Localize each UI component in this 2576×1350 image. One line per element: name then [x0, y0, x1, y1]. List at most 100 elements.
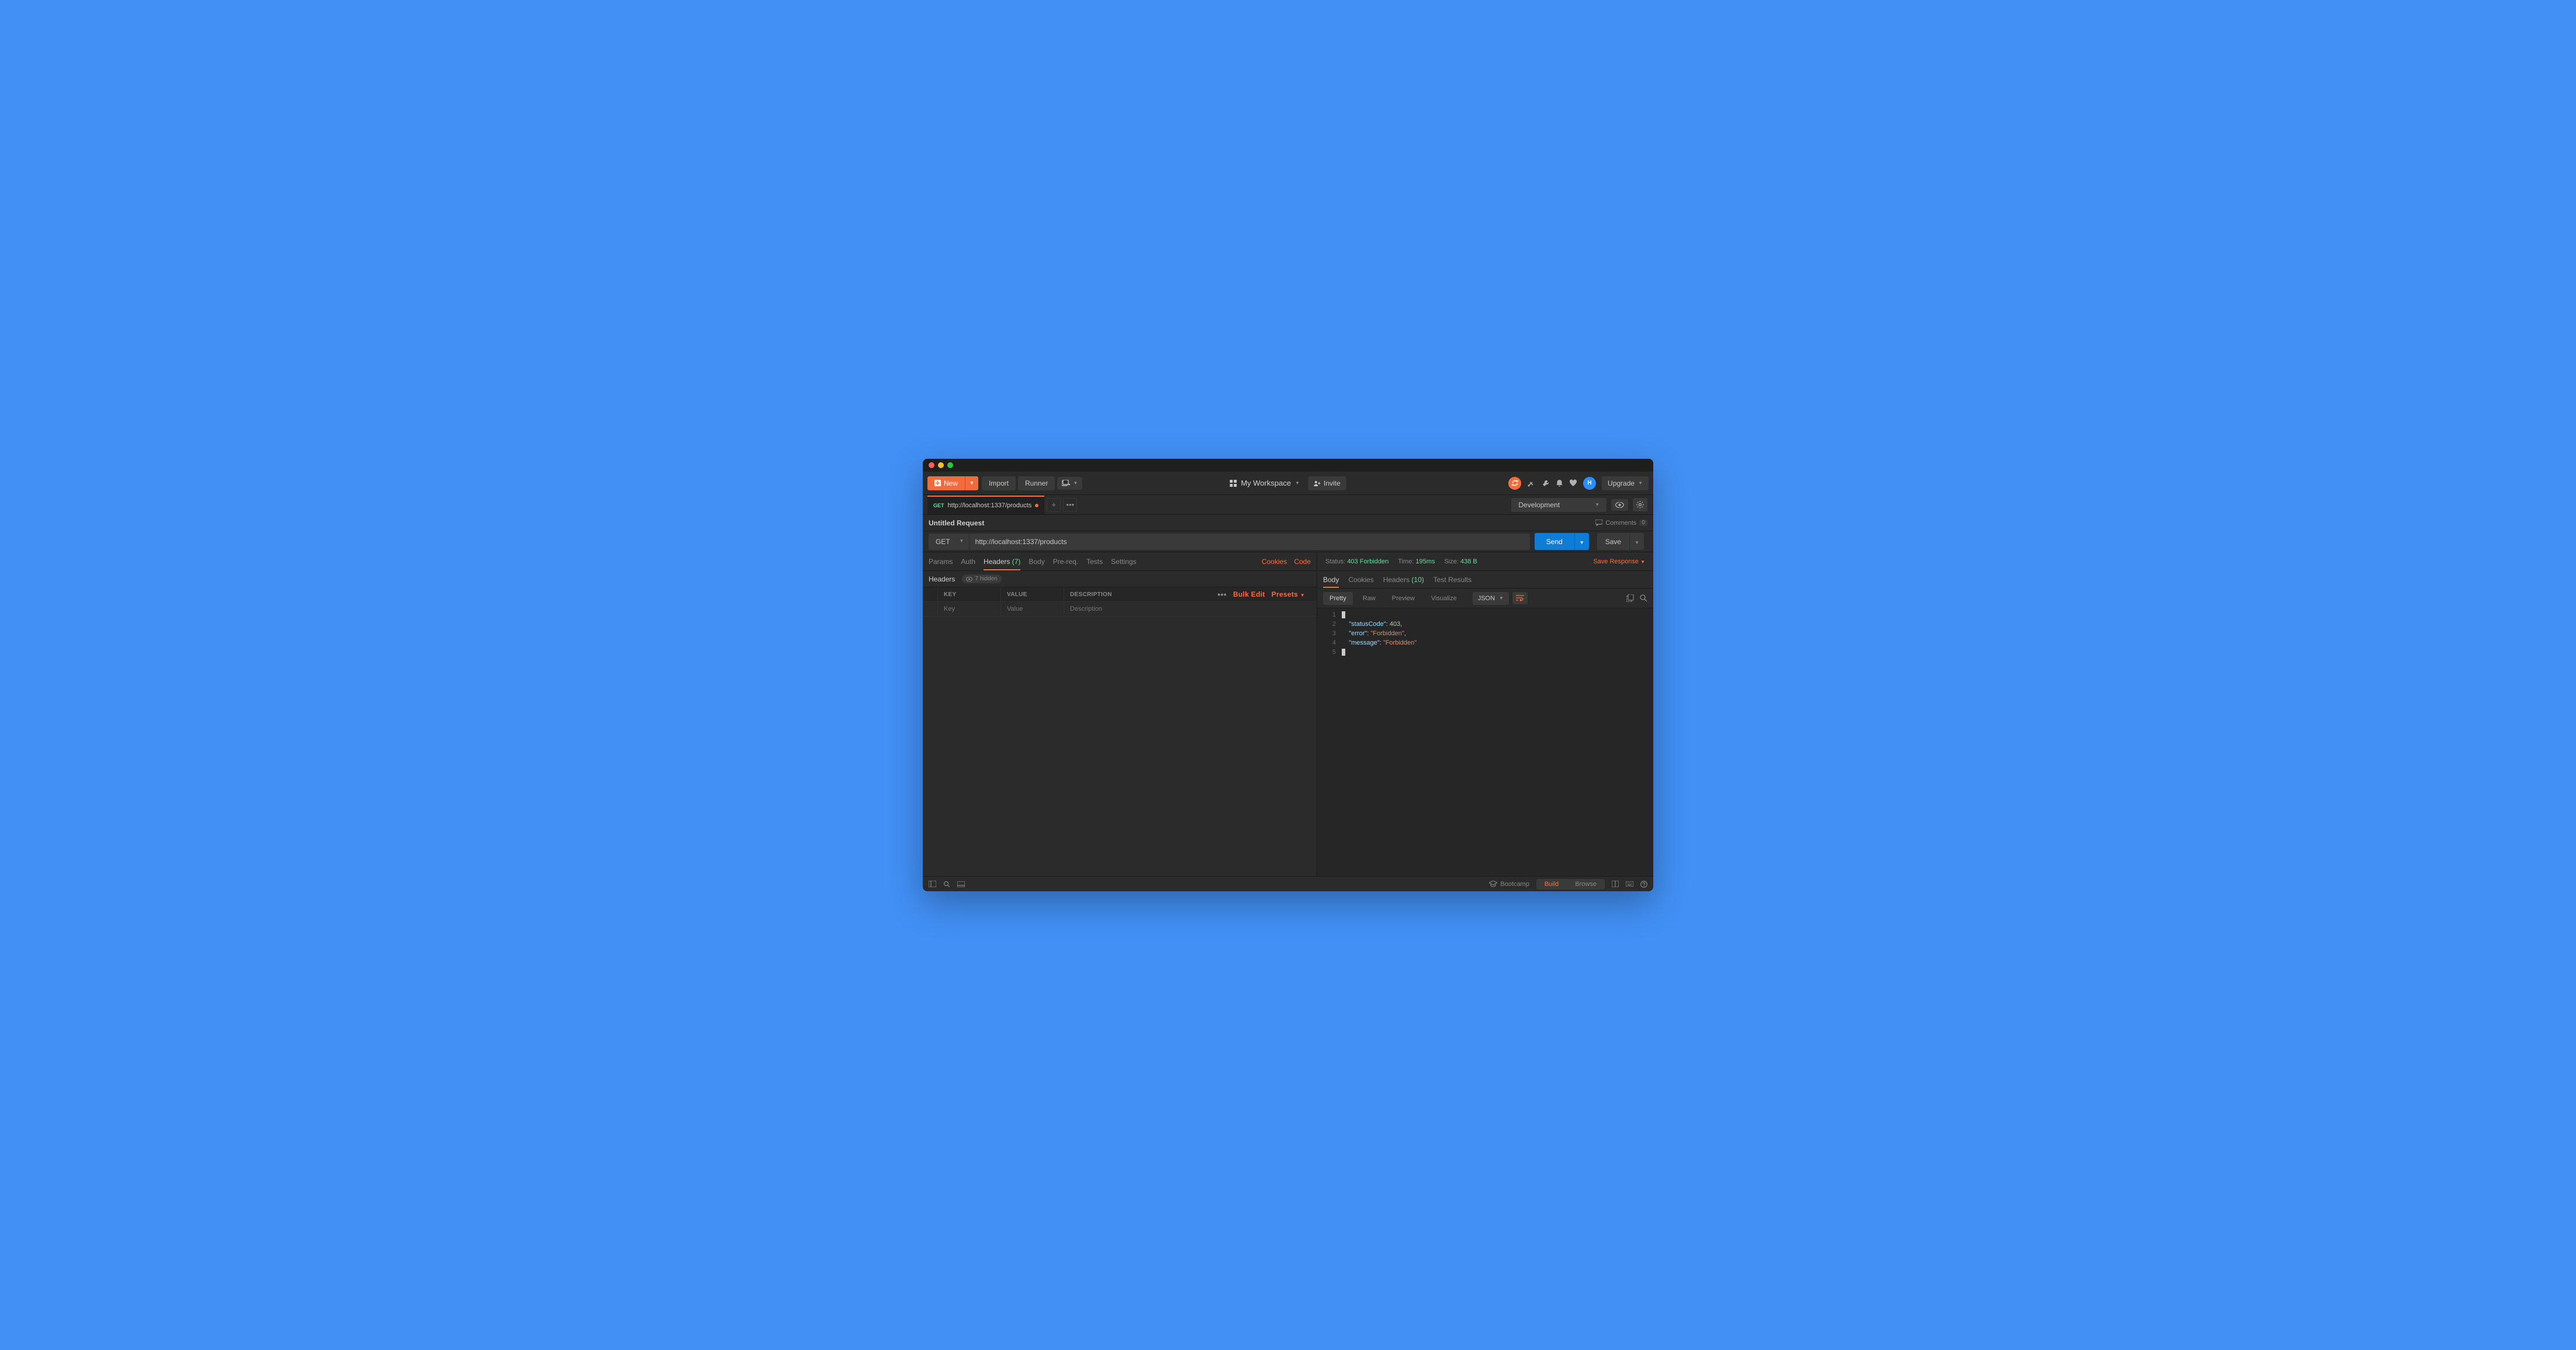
app-window: New ▼ Import Runner ▼ My Workspace ▼ Inv…	[923, 459, 1653, 891]
col-value: VALUE	[1001, 587, 1064, 601]
request-tab[interactable]: GET http://localhost:1337/products	[927, 496, 1044, 514]
new-window-button[interactable]: ▼	[1057, 477, 1082, 490]
help-icon[interactable]	[1640, 881, 1647, 888]
tab-tests[interactable]: Tests	[1086, 553, 1103, 570]
user-avatar[interactable]: H	[1583, 477, 1596, 490]
cookies-link[interactable]: Cookies	[1262, 558, 1287, 566]
tab-prereq[interactable]: Pre-req.	[1053, 553, 1078, 570]
env-preview-icon[interactable]	[1611, 499, 1628, 511]
find-icon[interactable]	[943, 881, 950, 888]
presets-dropdown[interactable]: Presets ▼	[1272, 590, 1305, 598]
headers-count: (7)	[1012, 558, 1021, 566]
method-selector[interactable]: GET	[929, 534, 969, 550]
response-toolbar: Pretty Raw Preview Visualize JSON▼	[1317, 589, 1653, 608]
headers-table-header: KEY VALUE DESCRIPTION ••• Bulk Edit Pres…	[923, 587, 1317, 602]
headers-subheader: Headers 7 hidden	[923, 571, 1317, 587]
resp-tab-headers[interactable]: Headers (10)	[1383, 572, 1424, 588]
import-button[interactable]: Import	[982, 476, 1016, 490]
env-settings-icon[interactable]	[1633, 498, 1647, 511]
save-response-button[interactable]: Save Response ▼	[1593, 558, 1645, 565]
close-window-button[interactable]	[929, 462, 934, 468]
resp-tab-test-results[interactable]: Test Results	[1434, 572, 1471, 588]
new-dropdown-button[interactable]: ▼	[965, 476, 978, 490]
heart-icon[interactable]	[1569, 479, 1577, 487]
response-pane: Status: 403 Forbidden Time: 195ms Size: …	[1317, 552, 1653, 876]
build-browse-toggle: Build Browse	[1536, 879, 1605, 889]
request-pane: Params Auth Headers (7) Body Pre-req. Te…	[923, 552, 1317, 876]
wrap-lines-button[interactable]	[1512, 592, 1528, 604]
save-dropdown-button[interactable]: ▼	[1629, 533, 1644, 550]
tab-auth[interactable]: Auth	[961, 553, 975, 570]
titlebar	[923, 459, 1653, 472]
build-toggle[interactable]: Build	[1536, 879, 1567, 889]
resp-tab-body[interactable]: Body	[1323, 572, 1339, 588]
code-link[interactable]: Code	[1294, 558, 1311, 566]
tab-url-label: http://localhost:1337/products	[948, 502, 1032, 509]
eye-icon	[1615, 502, 1624, 508]
format-selector[interactable]: JSON▼	[1473, 592, 1509, 605]
response-meta: Status: 403 Forbidden Time: 195ms Size: …	[1317, 552, 1653, 571]
sync-icon[interactable]	[1508, 477, 1521, 490]
tab-body[interactable]: Body	[1029, 553, 1044, 570]
copy-icon[interactable]	[1626, 594, 1634, 602]
tab-options-button[interactable]: •••	[1063, 498, 1077, 512]
header-value-input[interactable]	[1007, 605, 1058, 612]
tab-method-label: GET	[933, 503, 944, 508]
request-section-tabs: Params Auth Headers (7) Body Pre-req. Te…	[923, 552, 1317, 571]
sidebar-toggle-icon[interactable]	[929, 881, 936, 887]
headers-input-row	[923, 602, 1317, 617]
comments-button[interactable]: Comments 0	[1595, 520, 1647, 527]
view-preview[interactable]: Preview	[1386, 592, 1421, 605]
request-tabbar: GET http://localhost:1337/products + •••…	[923, 495, 1653, 515]
view-visualize[interactable]: Visualize	[1425, 592, 1463, 605]
hidden-headers-toggle[interactable]: 7 hidden	[962, 574, 1001, 583]
bootcamp-link[interactable]: Bootcamp	[1489, 881, 1529, 888]
comment-icon	[1595, 520, 1602, 526]
status-value: 403 Forbidden	[1347, 558, 1389, 565]
send-button[interactable]: Send	[1535, 533, 1574, 550]
new-tab-button[interactable]: +	[1047, 498, 1061, 512]
save-button[interactable]: Save	[1597, 533, 1629, 550]
graduation-icon	[1489, 881, 1497, 887]
unsaved-dot-icon	[1035, 504, 1038, 507]
runner-button[interactable]: Runner	[1018, 476, 1055, 490]
resp-tab-cookies[interactable]: Cookies	[1348, 572, 1373, 588]
search-icon[interactable]	[1640, 594, 1647, 602]
tab-headers[interactable]: Headers (7)	[984, 553, 1020, 570]
eye-icon	[966, 577, 972, 581]
view-pretty[interactable]: Pretty	[1323, 592, 1353, 605]
environment-label: Development	[1518, 501, 1560, 509]
request-name[interactable]: Untitled Request	[929, 519, 984, 527]
header-desc-input[interactable]	[1070, 605, 1311, 612]
send-dropdown-button[interactable]: ▼	[1574, 533, 1589, 550]
layout-icon[interactable]	[1612, 881, 1619, 887]
console-icon[interactable]	[957, 881, 965, 887]
view-raw[interactable]: Raw	[1356, 592, 1382, 605]
url-input[interactable]	[970, 534, 1530, 550]
grid-icon	[1230, 480, 1237, 487]
top-right-tools: H Upgrade ▼	[1508, 476, 1649, 490]
bulk-edit-link[interactable]: Bulk Edit	[1233, 590, 1265, 598]
new-button[interactable]: New	[927, 476, 965, 490]
satellite-icon[interactable]	[1527, 479, 1536, 487]
hidden-label: 7 hidden	[975, 576, 997, 582]
workspace-dropdown[interactable]: My Workspace ▼	[1230, 479, 1300, 487]
browse-toggle[interactable]: Browse	[1567, 879, 1605, 889]
upgrade-button[interactable]: Upgrade ▼	[1602, 476, 1649, 490]
bell-icon[interactable]	[1556, 479, 1563, 487]
invite-button[interactable]: Invite	[1308, 476, 1346, 490]
tab-settings[interactable]: Settings	[1111, 553, 1136, 570]
wrap-icon	[1516, 595, 1524, 601]
top-toolbar: New ▼ Import Runner ▼ My Workspace ▼ Inv…	[923, 472, 1653, 495]
header-row-options[interactable]: •••	[1217, 590, 1227, 599]
keyboard-icon[interactable]	[1626, 881, 1633, 887]
response-tabs: Body Cookies Headers (10) Test Results	[1317, 571, 1653, 589]
tab-params[interactable]: Params	[929, 553, 953, 570]
environment-selector[interactable]: Development ▼	[1511, 498, 1606, 512]
header-key-input[interactable]	[944, 605, 995, 612]
maximize-window-button[interactable]	[947, 462, 953, 468]
col-key: KEY	[938, 587, 1001, 601]
wrench-icon[interactable]	[1542, 479, 1550, 487]
minimize-window-button[interactable]	[938, 462, 944, 468]
response-body[interactable]: 1 2 "statusCode": 403, 3 "error": "Forbi…	[1317, 608, 1653, 876]
